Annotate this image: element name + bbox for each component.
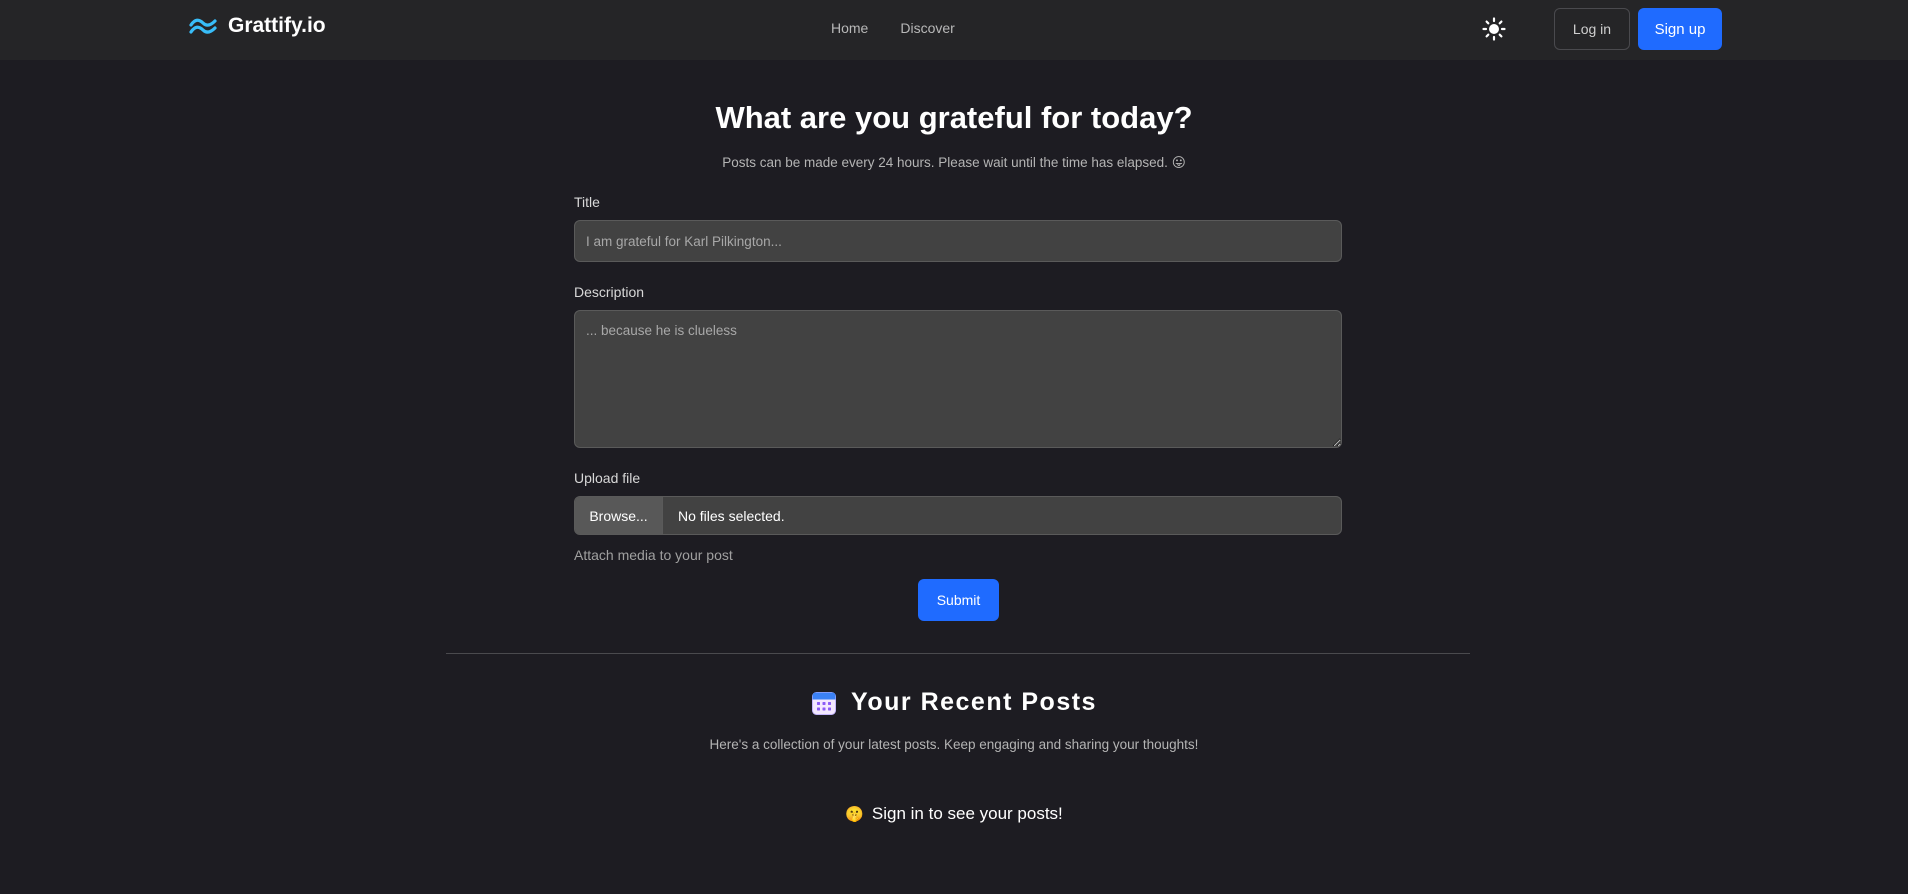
brand-link[interactable]: Grattify.io: [188, 14, 326, 38]
upload-label: Upload file: [574, 470, 641, 486]
recent-posts-subtitle: Here's a collection of your latest posts…: [709, 737, 1199, 752]
signup-button[interactable]: Sign up: [1638, 8, 1722, 50]
brand-name: Grattify.io: [228, 14, 326, 37]
main-nav: Home Discover: [831, 20, 955, 36]
sun-icon: [1482, 17, 1506, 41]
top-navbar: Grattify.io Home Discover Log in Sign up: [0, 0, 1908, 60]
login-button[interactable]: Log in: [1554, 8, 1630, 50]
title-input[interactable]: [574, 220, 1342, 262]
signin-prompt-text: Sign in to see your posts!: [871, 804, 1063, 823]
description-textarea[interactable]: [574, 310, 1342, 448]
description-label: Description: [574, 284, 645, 300]
file-status: No files selected.: [678, 507, 785, 524]
cooldown-note-text: Posts can be made every 24 hours. Please…: [722, 155, 1168, 170]
recent-posts-header: Your Recent Posts: [0, 688, 1908, 717]
calendar-icon: [812, 691, 837, 715]
title-label: Title: [574, 194, 600, 210]
upload-help-text: Attach media to your post: [574, 547, 733, 563]
section-divider: [446, 653, 1470, 654]
tongue-emoji-icon: 😛: [1171, 155, 1186, 170]
nav-link-discover[interactable]: Discover: [900, 20, 954, 36]
signin-prompt: 🤫 Sign in to see your posts!: [0, 804, 1908, 824]
submit-button[interactable]: Submit: [918, 579, 999, 621]
file-upload-field[interactable]: Browse... No files selected.: [574, 496, 1342, 535]
theme-toggle-button[interactable]: [1482, 17, 1506, 41]
wave-logo-icon: [189, 18, 217, 34]
nav-link-home[interactable]: Home: [831, 20, 868, 36]
cooldown-note: Posts can be made every 24 hours. Please…: [0, 155, 1908, 171]
recent-posts-title: Your Recent Posts: [851, 688, 1097, 716]
shush-emoji-icon: 🤫: [845, 806, 864, 823]
browse-button[interactable]: Browse...: [575, 497, 663, 534]
page-title: What are you grateful for today?: [715, 100, 1193, 135]
